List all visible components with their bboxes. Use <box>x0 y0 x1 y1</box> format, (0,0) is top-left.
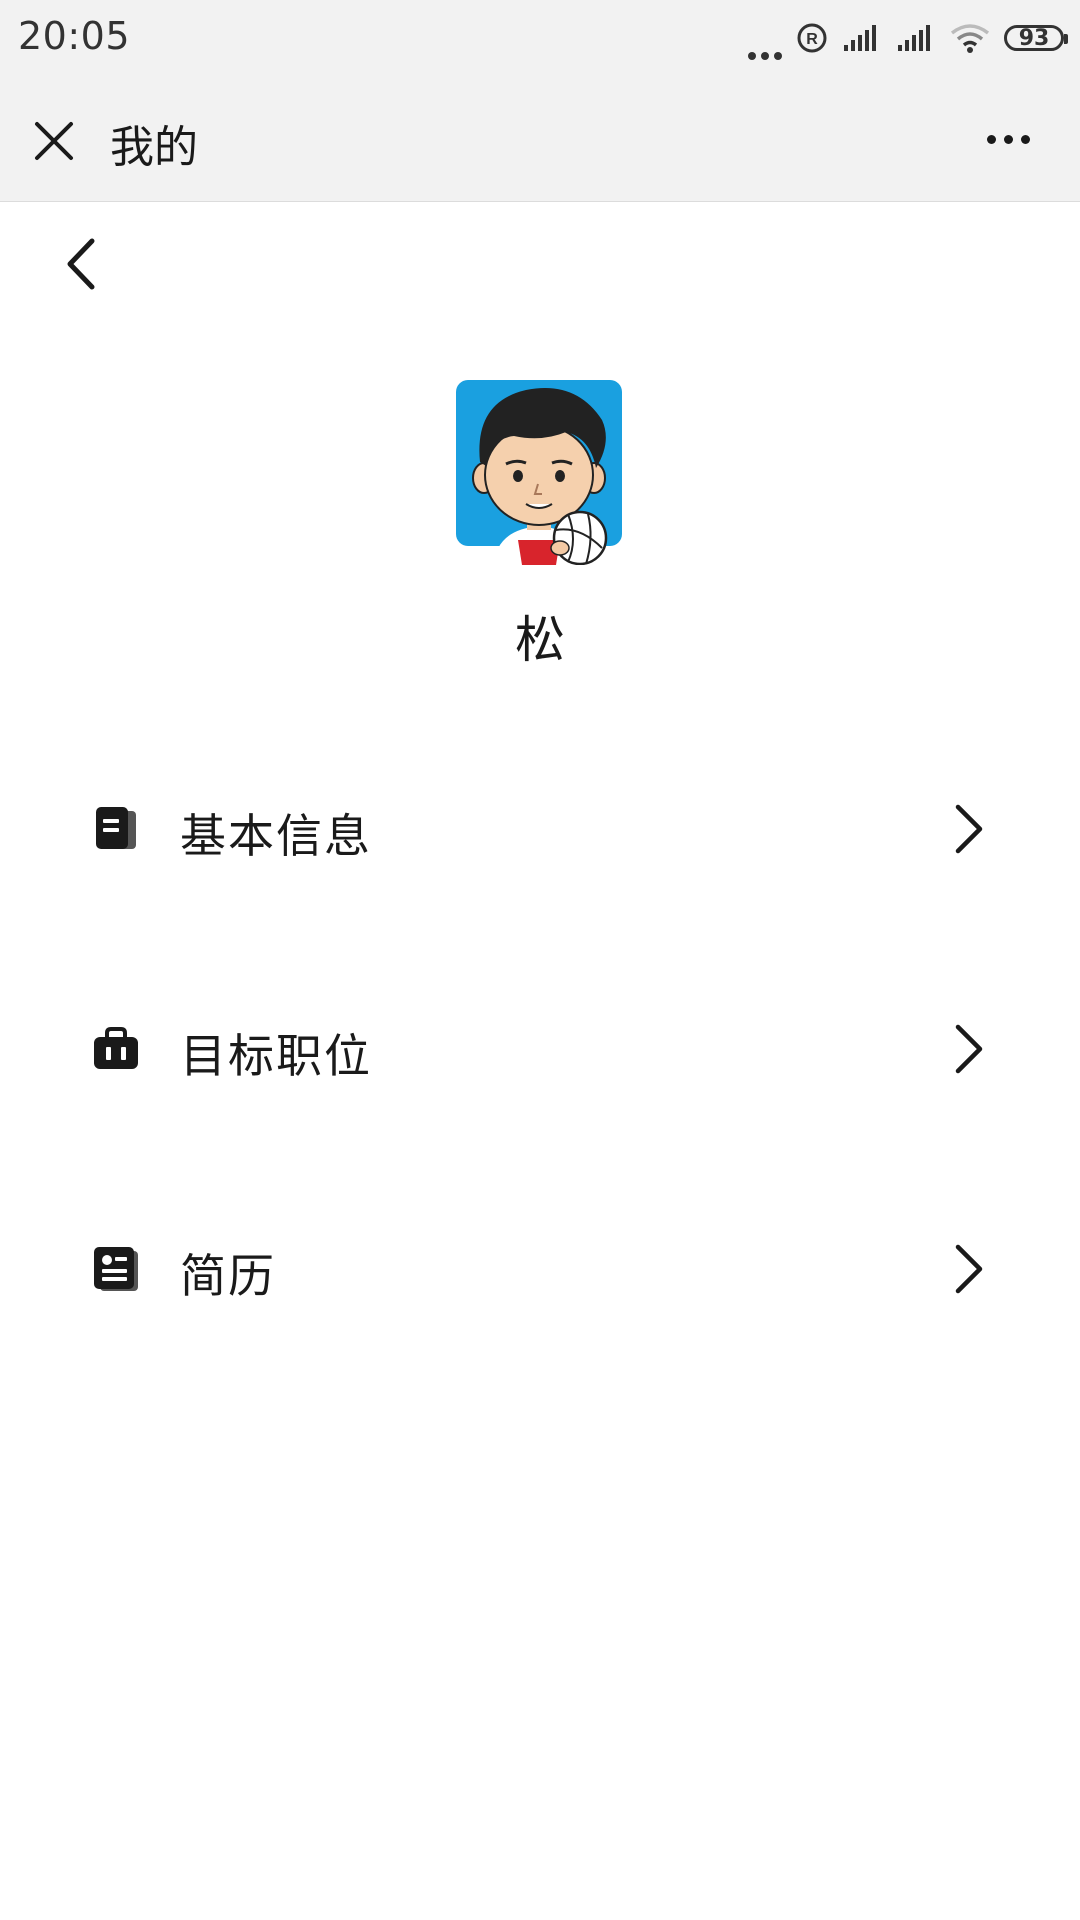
menu-item-label: 基本信息 <box>180 809 372 863</box>
chevron-right-icon <box>955 804 983 854</box>
wifi-icon <box>950 24 990 53</box>
resume-card-icon <box>94 1247 138 1291</box>
menu-item-label: 目标职位 <box>180 1029 372 1083</box>
registered-icon: R <box>797 23 827 53</box>
menu-item-label: 简历 <box>180 1249 276 1303</box>
status-bar: 20:05 R 93 <box>0 0 1080 75</box>
chevron-right-icon <box>955 1244 983 1294</box>
close-icon <box>35 122 73 160</box>
svg-text:R: R <box>806 31 818 48</box>
user-name: 松 <box>515 611 565 669</box>
status-time: 20:05 <box>18 14 131 58</box>
menu-item-resume[interactable]: 简历 <box>0 1185 1080 1405</box>
page-title: 我的 <box>110 122 198 173</box>
more-icon <box>986 134 996 144</box>
page: 20:05 R 93 我的 松 基本信息 目标职位 简历 <box>0 0 1080 1920</box>
menu-list: 基本信息 目标职位 简历 <box>0 745 1080 1405</box>
battery-icon: 93 <box>1004 25 1068 51</box>
more-dots-icon <box>748 16 782 60</box>
menu-item-target-position[interactable]: 目标职位 <box>0 965 1080 1185</box>
close-button[interactable] <box>26 113 82 169</box>
chevron-right-icon <box>955 1024 983 1074</box>
chevron-left-icon <box>67 238 95 290</box>
back-button[interactable] <box>52 232 112 296</box>
briefcase-icon <box>94 1027 138 1069</box>
avatar-image <box>456 380 622 566</box>
avatar[interactable] <box>456 380 622 566</box>
signal-icon <box>898 25 930 51</box>
signal-icon <box>844 25 876 51</box>
document-icon <box>96 807 136 849</box>
battery-level: 93 <box>1018 25 1050 51</box>
title-bar: 我的 <box>0 75 1080 202</box>
more-button[interactable] <box>980 119 1036 159</box>
menu-item-basic-info[interactable]: 基本信息 <box>0 745 1080 965</box>
status-icons: R 93 <box>748 16 1068 60</box>
